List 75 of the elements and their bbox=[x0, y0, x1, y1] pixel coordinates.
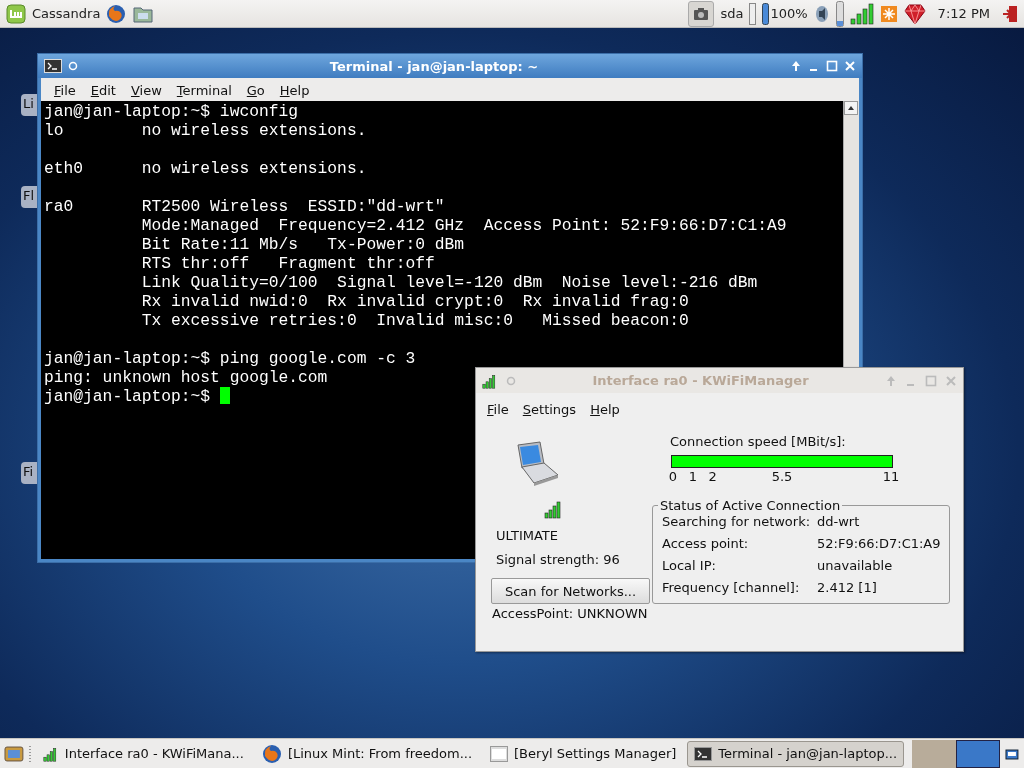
signal-app-icon bbox=[42, 745, 59, 762]
workspace-button[interactable] bbox=[912, 739, 957, 768]
signal-strength-label: Signal strength: 96 bbox=[496, 552, 620, 567]
field-label: Searching for network: bbox=[662, 514, 812, 529]
scale-label: 5.5 bbox=[771, 469, 793, 484]
terminal-line: RTS thr:off Fragment thr:off bbox=[140, 254, 435, 273]
exit-icon[interactable] bbox=[1002, 4, 1018, 23]
menu-item[interactable]: Go bbox=[239, 81, 273, 98]
terminal-line: Mode:Managed Frequency=2.412 GHz Access Point: 52:F9:66:D7:C1:A9 bbox=[140, 216, 787, 235]
terminal-line: jan@jan-laptop:~$ iwconfig bbox=[44, 102, 299, 121]
field-label: Access point: bbox=[662, 536, 750, 551]
browser-icon[interactable] bbox=[106, 3, 127, 24]
volume-slider-icon[interactable] bbox=[835, 0, 844, 27]
terminal-line: Bit Rate:11 Mb/s Tx-Power:0 dBm bbox=[140, 235, 465, 254]
signal-tray-icon[interactable] bbox=[849, 2, 874, 25]
scale-label: 11 bbox=[882, 469, 900, 484]
terminal-line: ra0 RT2500 Wireless ESSID:"dd-wrt" bbox=[44, 197, 445, 216]
field-value: dd-wrt bbox=[817, 514, 861, 529]
clock: 7:12 PM bbox=[937, 6, 990, 21]
terminal-app-icon bbox=[694, 746, 713, 761]
access-point-status: AccessPoint: UNKNOWN bbox=[492, 606, 648, 621]
taskbar-button[interactable]: Interface ra0 - KWiFiMana... bbox=[35, 740, 251, 767]
sparkle-icon[interactable] bbox=[879, 4, 898, 23]
terminal-line: Rx invalid nwid:0 Rx invalid crypt:0 Rx invalid frag:0 bbox=[140, 292, 689, 311]
speaker-icon[interactable] bbox=[813, 4, 830, 23]
drive-meter-icon bbox=[749, 2, 757, 25]
field-value: 52:F9:66:D7:C1:A9 bbox=[817, 536, 941, 551]
signal-strength-icon bbox=[544, 499, 564, 519]
connection-speed-label: Connection speed [MBit/s]: bbox=[670, 434, 847, 449]
grip-icon[interactable] bbox=[27, 743, 32, 764]
drive-label: sda bbox=[720, 6, 744, 21]
terminal-line: eth0 no wireless extensions. bbox=[44, 159, 367, 178]
battery-icon bbox=[762, 2, 770, 25]
gem-icon[interactable] bbox=[903, 2, 926, 25]
terminal-line: jan@jan-laptop:~$ bbox=[44, 387, 211, 406]
field-value: 2.412 [1] bbox=[817, 580, 878, 595]
scale-label: 2 bbox=[708, 469, 717, 484]
menu-item[interactable]: Help bbox=[272, 81, 318, 98]
taskbar-button[interactable]: [Linux Mint: From freedom... bbox=[254, 740, 480, 767]
terminal-line: jan@jan-laptop:~$ ping google.com -c 3 bbox=[44, 349, 416, 368]
scan-networks-button[interactable]: Scan for Networks... bbox=[491, 578, 650, 604]
window-app-icon bbox=[490, 745, 509, 762]
field-value: unavailable bbox=[817, 558, 894, 573]
window-title: Interface ra0 - KWiFiManager bbox=[591, 373, 810, 388]
field-label: Local IP: bbox=[662, 558, 717, 573]
window-title: Terminal - jan@jan-laptop: ~ bbox=[328, 58, 540, 74]
scale-label: 0 bbox=[668, 469, 678, 484]
scale-label: 1 bbox=[688, 469, 697, 484]
camera-icon bbox=[693, 6, 710, 21]
taskbar-button[interactable]: Terminal - jan@jan-laptop... bbox=[687, 740, 905, 767]
menu-item[interactable]: File bbox=[47, 81, 84, 98]
terminal-line: ping: unknown host google.com bbox=[44, 368, 328, 387]
field-label: Frequency [channel]: bbox=[662, 580, 801, 595]
show-desktop-icon[interactable] bbox=[4, 743, 24, 764]
menu-item[interactable]: File bbox=[482, 401, 518, 417]
menu-item[interactable]: Settings bbox=[517, 401, 586, 417]
menu-item[interactable]: Help bbox=[585, 401, 629, 417]
terminal-app-icon[interactable] bbox=[44, 59, 62, 73]
terminal-line: Tx excessive retries:0 Invalid misc:0 Missed beacon:0 bbox=[140, 311, 689, 330]
pin-icon[interactable] bbox=[790, 60, 802, 72]
taskbar-button[interactable]: [Beryl Settings Manager] bbox=[483, 740, 684, 767]
battery-label: 100% bbox=[770, 6, 808, 21]
scroll-up-icon[interactable] bbox=[844, 101, 858, 115]
camera-button[interactable] bbox=[688, 0, 715, 27]
workspace-button[interactable] bbox=[956, 739, 1001, 768]
terminal-line: lo no wireless extensions. bbox=[44, 121, 367, 140]
window-app-icon[interactable] bbox=[482, 372, 498, 389]
menu-item[interactable]: View bbox=[123, 81, 170, 98]
menu-item[interactable]: Terminal bbox=[169, 81, 240, 98]
quality-label: ULTIMATE bbox=[496, 528, 558, 543]
group-title: Status of Active Connection bbox=[659, 498, 842, 513]
browser-app-icon[interactable] bbox=[261, 743, 282, 764]
menu-label[interactable]: Cassandra bbox=[32, 6, 101, 21]
menu-item[interactable]: Edit bbox=[83, 81, 124, 98]
terminal-line: Link Quality=0/100 Signal level=-120 dBm Noise level:-216 dBm bbox=[140, 273, 758, 292]
